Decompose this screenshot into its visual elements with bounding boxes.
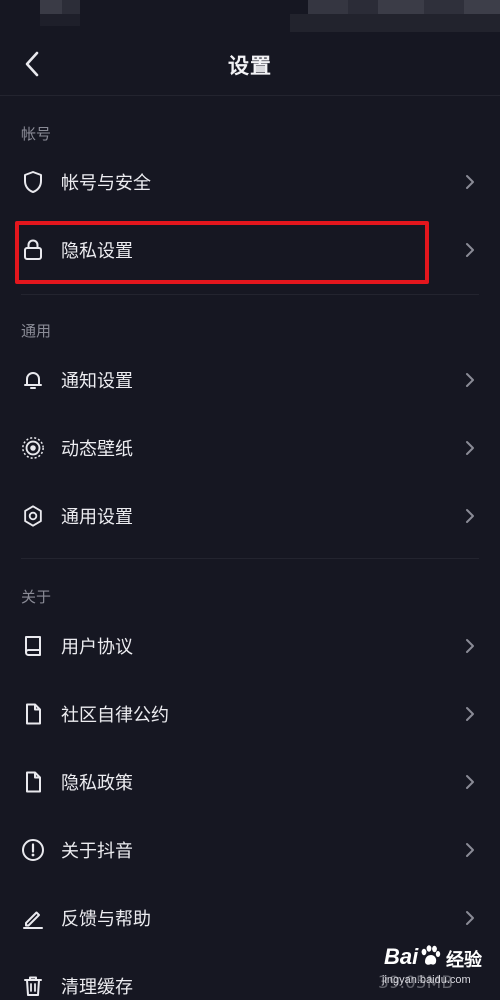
settings-item-notifications[interactable]: 通知设置 [0,352,500,408]
chevron-right-icon [463,911,477,925]
gear-icon [21,504,45,528]
settings-item-label: 清理缓存 [61,977,133,998]
section-divider [21,558,479,559]
chevron-right-icon [463,373,477,387]
settings-item-label: 隐私政策 [61,773,133,794]
settings-page: 设置 帐号 帐号与安全 隐私设置 通用 通知设置 动态壁纸 通用设置 关于 用户… [0,0,500,1000]
watermark-url: jingyan.baidu.com [382,974,471,986]
watermark-brand: Bai [384,944,419,969]
settings-item-label: 隐私设置 [61,241,133,262]
chevron-right-icon [463,843,477,857]
status-bar [0,0,500,36]
wallpaper-icon [21,436,45,460]
chevron-right-icon [463,639,477,653]
watermark-text: 经验 [446,950,482,971]
paw-logo-icon [421,945,441,965]
header: 设置 [0,36,500,96]
settings-item-label: 通知设置 [61,371,133,392]
settings-item-user-agreement[interactable]: 用户协议 [0,618,500,674]
settings-item-feedback-help[interactable]: 反馈与帮助 [0,890,500,946]
chevron-right-icon [463,707,477,721]
document-icon [21,702,45,726]
settings-item-general-settings[interactable]: 通用设置 [0,488,500,544]
bell-icon [21,368,45,392]
section-label-about: 关于 [21,588,52,606]
section-divider [21,294,479,295]
chevron-right-icon [463,175,477,189]
chevron-right-icon [463,509,477,523]
trash-icon [21,974,45,998]
shield-icon [21,170,45,194]
chevron-right-icon [463,441,477,455]
section-label-account: 帐号 [21,125,52,143]
settings-item-privacy-policy[interactable]: 隐私政策 [0,754,500,810]
settings-item-about-douyin[interactable]: 关于抖音 [0,822,500,878]
settings-item-label: 动态壁纸 [61,439,133,460]
settings-item-live-wallpaper[interactable]: 动态壁纸 [0,420,500,476]
settings-item-label: 用户协议 [61,637,133,658]
page-title: 设置 [228,54,272,78]
settings-item-label: 帐号与安全 [61,173,151,194]
settings-item-label: 关于抖音 [61,841,133,862]
settings-item-privacy[interactable]: 隐私设置 [0,222,500,278]
chevron-right-icon [463,243,477,257]
pen-icon [21,906,45,930]
book-icon [21,634,45,658]
section-label-general: 通用 [21,322,52,340]
document-icon [21,770,45,794]
settings-item-label: 社区自律公约 [61,705,169,726]
settings-item-account-security[interactable]: 帐号与安全 [0,154,500,210]
baidu-jingyan-watermark: Bai 经验 jingyan.baidu.com [378,942,500,996]
settings-item-community-guidelines[interactable]: 社区自律公约 [0,686,500,742]
chevron-right-icon [463,775,477,789]
lock-icon [21,238,45,262]
info-icon [21,838,45,862]
settings-item-label: 通用设置 [61,507,133,528]
settings-item-label: 反馈与帮助 [61,909,151,930]
